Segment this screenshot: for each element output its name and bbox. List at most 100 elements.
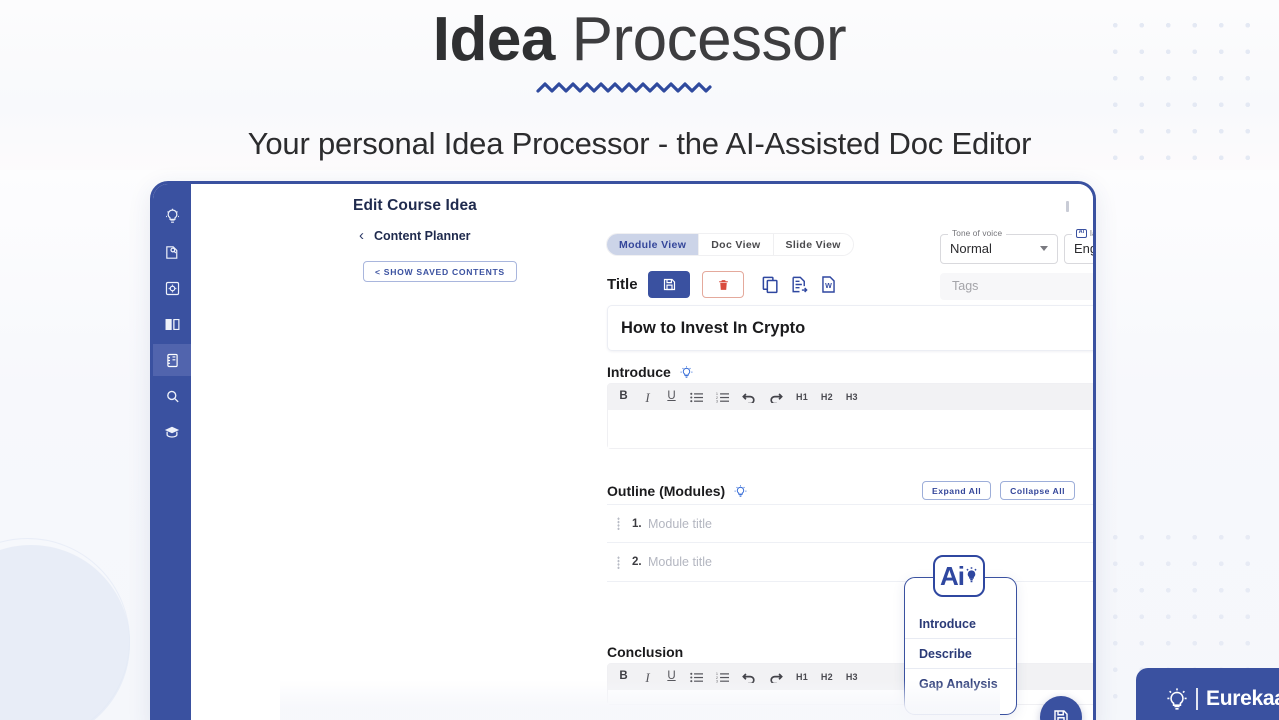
ai-badge-label: Ai (940, 561, 965, 591)
graduation-cap-icon (164, 426, 180, 438)
table-row[interactable]: 1. Module title (607, 504, 1093, 543)
chevron-left-icon: ‹ (359, 227, 364, 244)
language-select[interactable]: Ai language English (1064, 228, 1096, 264)
language-legend: Ai language (1072, 228, 1093, 238)
word-doc-icon: W (821, 276, 835, 293)
conclusion-heading-label: Conclusion (607, 644, 684, 660)
redo-icon (770, 392, 783, 403)
chevron-down-icon (1040, 246, 1048, 251)
document-export-icon (791, 276, 808, 293)
underline-button[interactable]: U (666, 391, 677, 403)
module-title-input[interactable]: Module title (648, 517, 712, 531)
title-label: Title (607, 276, 638, 293)
svg-text:3: 3 (716, 399, 718, 403)
sidebar-rail (153, 184, 191, 720)
sidebar-item-doc-search[interactable] (153, 236, 191, 268)
numbered-list-button[interactable]: 1 2 3 (716, 392, 729, 403)
lightbulb-icon[interactable] (733, 484, 748, 499)
ai-menu-item-describe[interactable]: Describe (905, 639, 1016, 669)
module-title-input[interactable]: Module title (648, 555, 712, 569)
book-icon (165, 318, 179, 330)
tags-select[interactable]: Tags (940, 273, 1093, 300)
redo-button[interactable] (769, 392, 783, 403)
page-root: Idea Processor Your personal Idea Proces… (0, 0, 1279, 720)
introduce-editor-body[interactable] (608, 410, 1093, 448)
language-value: English (1074, 241, 1096, 256)
drag-handle-icon[interactable] (617, 517, 620, 530)
lightbulb-icon (1167, 688, 1187, 710)
tags-placeholder: Tags (952, 279, 979, 293)
heading3-button[interactable]: H3 (846, 392, 858, 402)
view-tabs[interactable]: Module View Doc View Slide View (606, 233, 854, 256)
title-input-value: How to Invest In Crypto (621, 319, 806, 337)
bullet-list-button[interactable] (690, 392, 703, 403)
sidebar-item-book[interactable] (153, 308, 191, 340)
app-window: Edit Course Idea ‹ Content Planner < SHO… (150, 181, 1096, 720)
vertical-dots-icon (1066, 201, 1069, 212)
delete-button[interactable] (702, 271, 744, 298)
conclusion-section-heading: Conclusion (607, 644, 683, 660)
italic-button[interactable]: I (642, 391, 653, 404)
bottom-fade-overlay (280, 680, 1000, 720)
sidebar-item-ideas[interactable] (153, 200, 191, 232)
outline-actions: Expand All Collapse All (922, 481, 1075, 500)
module-list: 1. Module title 2. Module title (607, 504, 1093, 582)
module-number: 1. (632, 517, 642, 530)
notebook-icon (166, 353, 178, 367)
sidebar-item-image-scan[interactable] (153, 272, 191, 304)
table-row[interactable]: 2. Module title (607, 543, 1093, 582)
app-content: Edit Course Idea ‹ Content Planner < SHO… (191, 184, 1093, 720)
floppy-disk-icon (663, 278, 675, 291)
tone-of-voice-value: Normal (950, 241, 992, 256)
svg-text:W: W (825, 282, 832, 290)
duplicate-button[interactable] (758, 271, 782, 298)
page-title: Edit Course Idea (353, 197, 477, 214)
lightbulb-icon[interactable] (679, 365, 694, 380)
outline-section-heading: Outline (Modules) (607, 483, 748, 499)
hero-title-rest: Processor (554, 5, 847, 74)
undo-icon (742, 392, 755, 403)
tab-doc-view[interactable]: Doc View (699, 234, 774, 255)
lightbulb-icon (165, 208, 179, 223)
ai-badge[interactable]: Ai (933, 555, 985, 597)
show-saved-contents-button[interactable]: < SHOW SAVED CONTENTS (363, 261, 517, 282)
document-search-icon (165, 245, 177, 259)
module-number: 2. (632, 556, 642, 568)
search-icon (166, 390, 179, 402)
heading2-button[interactable]: H2 (821, 392, 833, 402)
breadcrumb[interactable]: ‹ Content Planner (359, 228, 471, 243)
bold-button[interactable]: B (618, 391, 629, 403)
squiggle-underline-icon (536, 82, 712, 93)
drag-handle-icon[interactable] (617, 555, 620, 569)
introduce-section-heading: Introduce (607, 364, 694, 380)
heading1-button[interactable]: H1 (796, 392, 808, 402)
tone-of-voice-select[interactable]: Tone of voice Normal (940, 228, 1058, 264)
lightbulb-icon (966, 567, 977, 583)
collapse-all-button[interactable]: Collapse All (1000, 481, 1075, 500)
export-button[interactable] (787, 271, 811, 298)
tab-module-view[interactable]: Module View (607, 234, 700, 255)
copy-icon (762, 276, 778, 294)
eurekaa-brand-badge[interactable]: Eurekaa (1136, 668, 1279, 720)
image-scan-icon (165, 281, 179, 295)
title-input[interactable]: How to Invest In Crypto (607, 305, 1093, 351)
introduce-editor[interactable]: B I U 1 2 3 H1 H2 H3 (607, 383, 1093, 449)
expand-all-button[interactable]: Expand All (922, 481, 992, 500)
tab-slide-view[interactable]: Slide View (773, 234, 853, 255)
ai-menu-item-introduce[interactable]: Introduce (905, 609, 1016, 639)
language-legend-text: language (1090, 228, 1093, 238)
introduce-editor-toolbar[interactable]: B I U 1 2 3 H1 H2 H3 (608, 384, 1093, 410)
numbered-list-icon: 1 2 3 (716, 392, 729, 403)
outline-heading-label: Outline (Modules) (607, 483, 726, 499)
sidebar-item-courses[interactable] (153, 416, 191, 448)
more-options-icon[interactable] (1064, 200, 1071, 218)
sidebar-item-notebook[interactable] (153, 344, 191, 376)
trash-icon (718, 279, 728, 290)
sidebar-item-search[interactable] (153, 380, 191, 412)
brand-divider (1196, 688, 1198, 710)
undo-button[interactable] (742, 392, 756, 403)
brand-name: Eurekaa (1206, 687, 1279, 710)
breadcrumb-label: Content Planner (374, 228, 471, 243)
word-export-button[interactable]: W (816, 271, 840, 298)
save-button[interactable] (648, 271, 690, 298)
